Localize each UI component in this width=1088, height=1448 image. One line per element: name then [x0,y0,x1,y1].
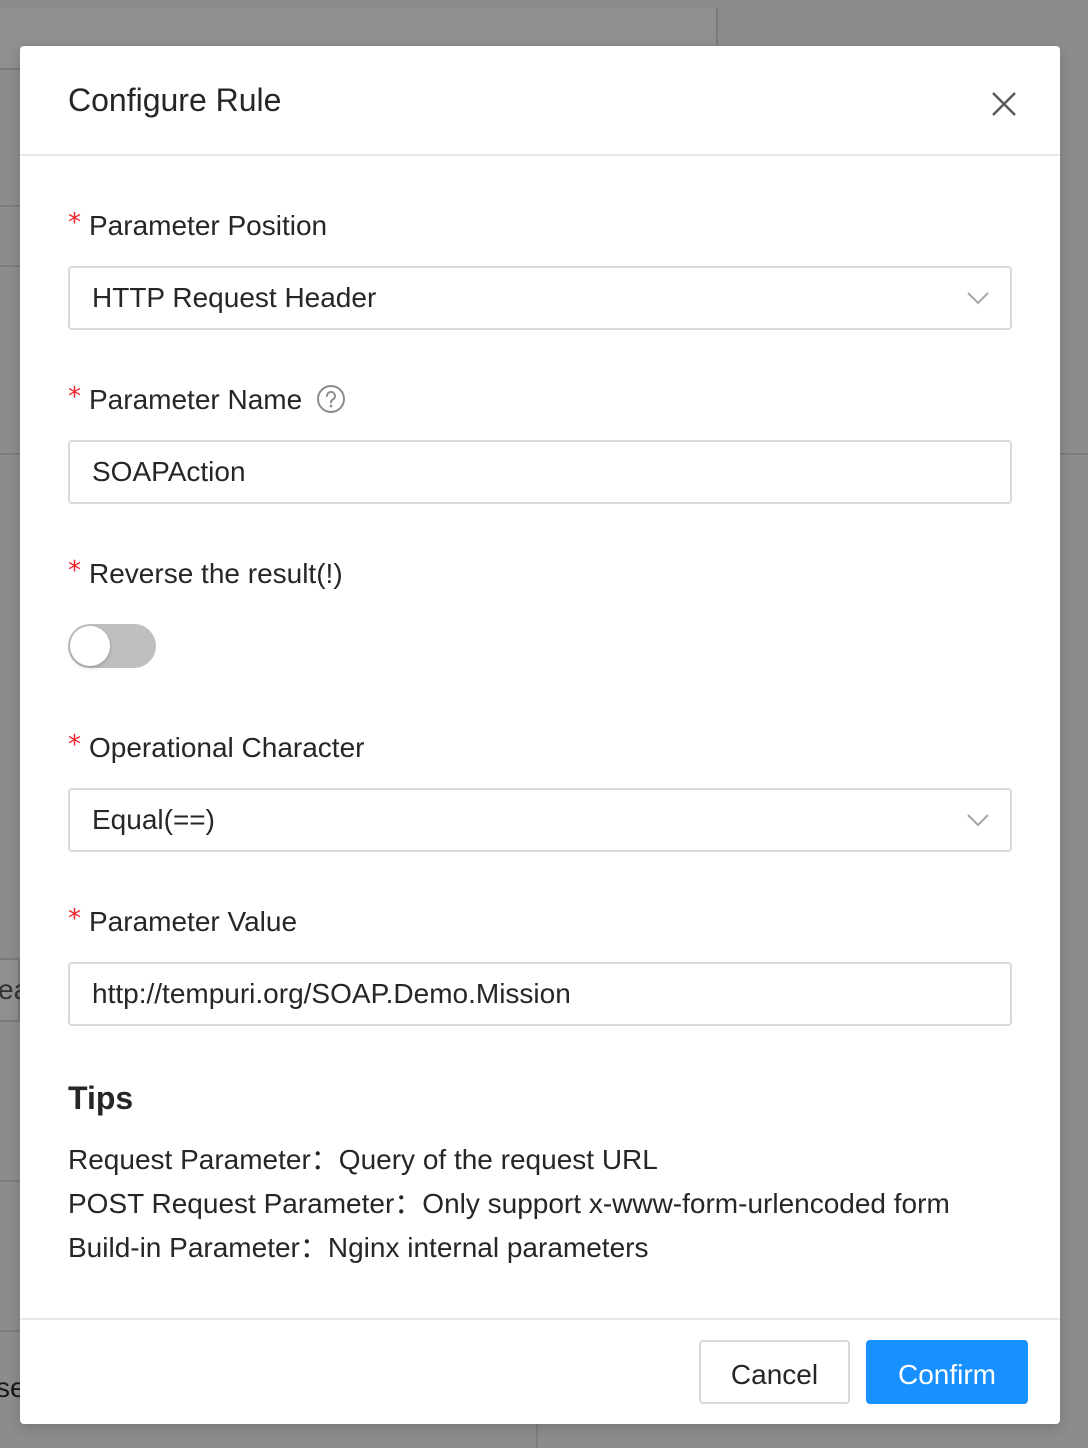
operational-character-label: * Operational Character [68,730,364,767]
reverse-result-label: * Reverse the result(!) [68,556,343,593]
tip-line: Build-in Parameter：Nginx internal parame… [68,1232,649,1263]
operational-character-select[interactable]: Equal(==) [68,788,1012,852]
dialog-footer: Cancel Confirm [20,1318,1060,1426]
background-divider [0,205,20,207]
background-divider [0,453,20,455]
parameter-value-input[interactable]: http://tempuri.org/SOAP.Demo.Mission [68,962,1012,1026]
configure-rule-dialog: Configure Rule * Parameter Position HTTP … [20,46,1060,1424]
chevron-down-icon [967,814,989,827]
tip-line: Request Parameter：Query of the request U… [68,1144,658,1175]
operational-character-value: Equal(==) [92,804,215,835]
required-mark: * [68,208,81,238]
dialog-header: Configure Rule [20,46,1060,156]
parameter-name-label-text: Parameter Name [89,384,303,415]
toggle-knob [70,626,110,666]
parameter-position-label: * Parameter Position [68,208,327,245]
parameter-position-select[interactable]: HTTP Request Header [68,266,1012,330]
parameter-value-label-text: Parameter Value [89,906,298,937]
required-mark: * [68,730,81,760]
parameter-value-value: http://tempuri.org/SOAP.Demo.Mission [92,978,571,1009]
dialog-title: Configure Rule [68,82,282,118]
parameter-name-label: * Parameter Name [68,382,346,419]
close-icon [992,92,1016,116]
question-circle-icon[interactable] [316,384,346,414]
parameter-position-label-text: Parameter Position [89,210,328,241]
background-divider [0,1180,20,1182]
tip-line: POST Request Parameter：Only support x-ww… [68,1188,950,1219]
close-button[interactable] [982,82,1026,126]
tips-heading: Tips [68,1080,134,1116]
parameter-value-label: * Parameter Value [68,904,297,941]
cancel-button[interactable]: Cancel [699,1340,850,1404]
operational-character-label-text: Operational Character [89,732,365,763]
required-mark: * [68,556,81,586]
reverse-result-label-text: Reverse the result(!) [89,558,343,589]
background-divider [0,265,20,267]
chevron-down-icon [967,292,989,305]
required-mark: * [68,382,81,412]
confirm-button[interactable]: Confirm [866,1340,1028,1404]
background-divider [536,1424,538,1448]
background-divider [1060,453,1088,455]
parameter-name-input[interactable]: SOAPAction [68,440,1012,504]
parameter-name-value: SOAPAction [92,456,246,487]
parameter-position-value: HTTP Request Header [92,282,377,313]
required-mark: * [68,904,81,934]
reverse-result-toggle[interactable] [68,624,156,668]
background-divider [0,1330,20,1332]
